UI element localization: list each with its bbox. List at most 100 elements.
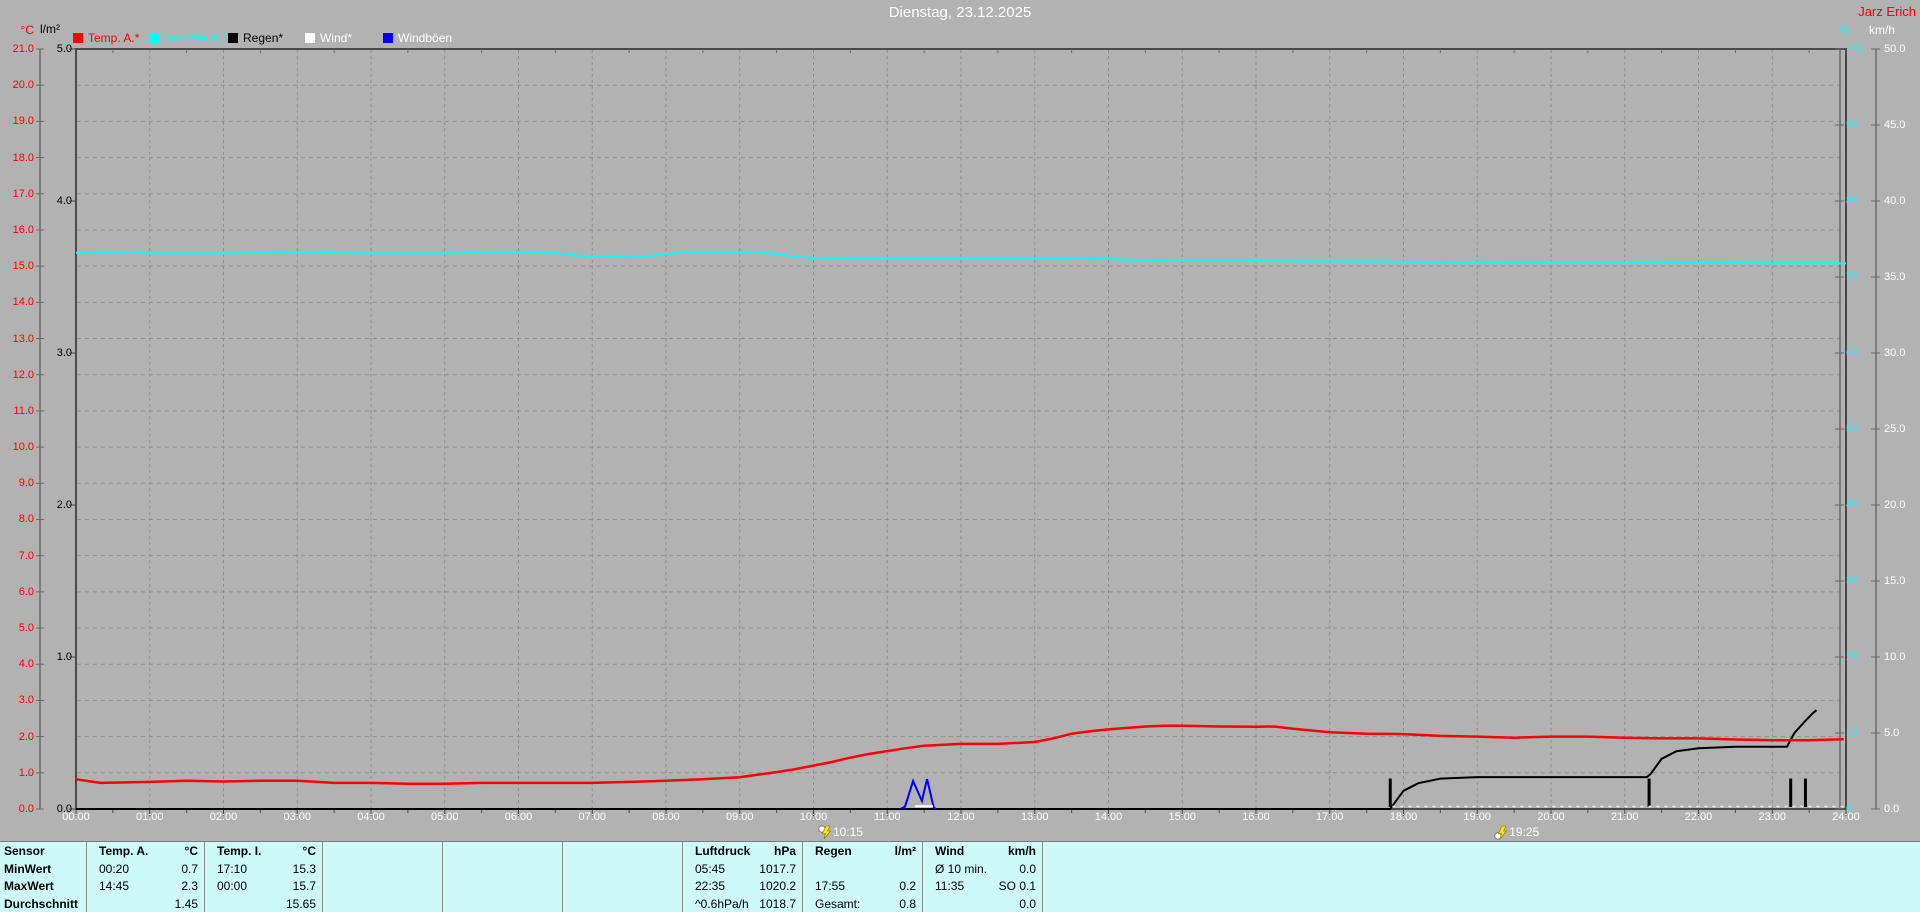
temp-axis-tick-label: 5.0 [18, 622, 34, 635]
legend-swatch-icon [305, 32, 315, 43]
series-temperature [75, 724, 1844, 785]
event-marker-time: 19:25 [1509, 825, 1540, 839]
cell-time: Gesamt: [815, 897, 861, 912]
time-axis-tick-label: 01:00 [135, 811, 164, 823]
rain-axis-tick-label: 1.0 [56, 651, 72, 663]
wind-axis-tick-label: 0.0 [1884, 803, 1900, 815]
wind-axis-tick-label: 50.0 [1884, 43, 1906, 55]
humidity-axis-tick-label: 30 [1846, 575, 1859, 587]
table-cell: 05:45 1017.7 [683, 859, 803, 878]
table-header-cell: Temp. I. °C [205, 842, 323, 860]
cell-value: l/m² [894, 843, 916, 858]
time-axis-tick-label: 02:00 [209, 811, 238, 823]
table-cell: 1.45 [87, 895, 205, 912]
cell-time: Temp. A. [99, 843, 149, 858]
cell-value: 0.8 [899, 897, 916, 912]
table-header-cell: Temp. A. °C [87, 842, 205, 860]
temp-axis-tick-label: 8.0 [18, 513, 34, 526]
humidity-axis-tick-label: 10 [1846, 727, 1859, 739]
legend-label: Regen* [243, 30, 284, 45]
table-cell: Gesamt: 0.8 [803, 895, 923, 912]
event-marker: 10:15 [818, 825, 863, 840]
temp-axis-tick-label: 20.0 [12, 79, 34, 92]
legend-item-windben: Windböen [383, 31, 452, 45]
cell-value: 15.65 [285, 897, 316, 912]
wind-axis-tick-label: 15.0 [1884, 575, 1906, 587]
legend-swatch-icon [383, 32, 393, 43]
temp-axis-tick-label: 6.0 [18, 585, 34, 598]
wind-axis-tick-label: 35.0 [1884, 271, 1906, 283]
series-rain-cumulative [76, 709, 1818, 810]
event-marker: 19:25 [1494, 825, 1539, 840]
humidity-axis-tick-label: 70 [1846, 271, 1859, 283]
legend-item-feuchtea: Feuchte A.* [149, 31, 226, 45]
temp-axis-tick-label: 9.0 [18, 477, 34, 490]
summary-table: Sensor Temp. A. °C Temp. I. °C Luftdruck hPa Re… [0, 841, 1920, 912]
temp-axis-tick-label: 7.0 [18, 549, 34, 562]
time-axis-tick-label: 19:00 [1463, 811, 1492, 823]
rain-axis-tick-label: 4.0 [56, 195, 72, 207]
wind-axis-tick-label: 10.0 [1884, 651, 1906, 663]
wind-axis-tick-label: 5.0 [1884, 727, 1900, 739]
humidity-axis-tick-label: 20 [1846, 651, 1859, 663]
humidity-axis-tick-label: 40 [1846, 499, 1859, 511]
table-cell: 00:00 15.7 [205, 877, 323, 896]
table-row-label: MinWert [0, 859, 87, 878]
table-row-label: MaxWert [0, 877, 87, 896]
table-cell: 22:35 1020.2 [683, 877, 803, 896]
table-cell: 11:35 SO 0.1 [923, 877, 1043, 896]
table-row-label: Sensor [0, 842, 87, 860]
time-axis-tick-label: 16:00 [1242, 811, 1270, 823]
temp-axis-tick-label: 13.0 [12, 332, 34, 345]
cell-time: Luftdruck [695, 843, 751, 858]
table-cell [563, 877, 683, 896]
time-axis-tick-label: 21:00 [1610, 811, 1639, 823]
time-axis-tick-label: 17:00 [1315, 811, 1344, 823]
rain-axis-tick-label: 3.0 [56, 347, 72, 359]
table-cell [1043, 895, 1920, 912]
time-axis-tick-label: 13:00 [1020, 811, 1049, 823]
legend-swatch-icon [73, 32, 83, 43]
table-cell [443, 859, 563, 878]
table-cell: 15.65 [205, 895, 323, 912]
cell-value: 0.7 [181, 861, 198, 876]
sun-event-icon [818, 825, 832, 840]
cell-value: 1018.7 [759, 897, 796, 912]
temp-axis-tick-label: 17.0 [12, 187, 34, 200]
wind-axis-tick-label: 20.0 [1884, 499, 1906, 511]
weather-station-app: Dienstag, 23.12.2025 Jarz Erich °C l/m² … [0, 0, 1920, 912]
humidity-axis-tick-label: 100 [1846, 43, 1865, 55]
time-axis-tick-label: 15:00 [1168, 811, 1197, 823]
cell-time: 05:45 [695, 861, 726, 876]
legend-item-wind: Wind* [305, 31, 352, 45]
cell-time: Regen [815, 843, 852, 858]
temp-axis-tick-label: 18.0 [12, 151, 34, 164]
table-header-cell: Luftdruck hPa [683, 842, 803, 860]
legend-item-regen: Regen* [228, 30, 284, 45]
cell-time: 00:00 [217, 879, 248, 894]
cell-value: SO 0.1 [998, 879, 1036, 894]
temp-axis-tick-label: 4.0 [18, 658, 34, 671]
legend-item-tempa: Temp. A.* [73, 31, 139, 45]
series-gusts [900, 778, 937, 810]
cell-time: 14:45 [99, 879, 130, 894]
cell-value: 0.0 [1019, 897, 1036, 912]
cell-time: 17:55 [815, 879, 846, 894]
table-header-cell [443, 842, 563, 860]
time-axis-tick-label: 08:00 [652, 811, 680, 823]
event-marker-time: 10:15 [832, 825, 863, 839]
table-cell [1043, 860, 1920, 878]
time-axis-tick-label: 07:00 [578, 811, 607, 823]
temp-axis-tick-label: 19.0 [12, 115, 34, 128]
time-axis-tick-label: 09:00 [725, 811, 754, 823]
table-header-cell: Wind km/h [923, 842, 1043, 860]
cell-time: 11:35 [935, 879, 965, 894]
table-cell [323, 859, 443, 878]
time-axis-tick-label: 10:00 [799, 811, 828, 823]
sun-event-icon [1494, 825, 1508, 840]
legend-swatch-icon [228, 32, 238, 43]
cell-value: 1020.2 [759, 879, 796, 894]
table-cell [323, 877, 443, 896]
time-axis-tick-label: 12:00 [947, 811, 975, 823]
time-axis-tick-label: 03:00 [283, 811, 312, 823]
